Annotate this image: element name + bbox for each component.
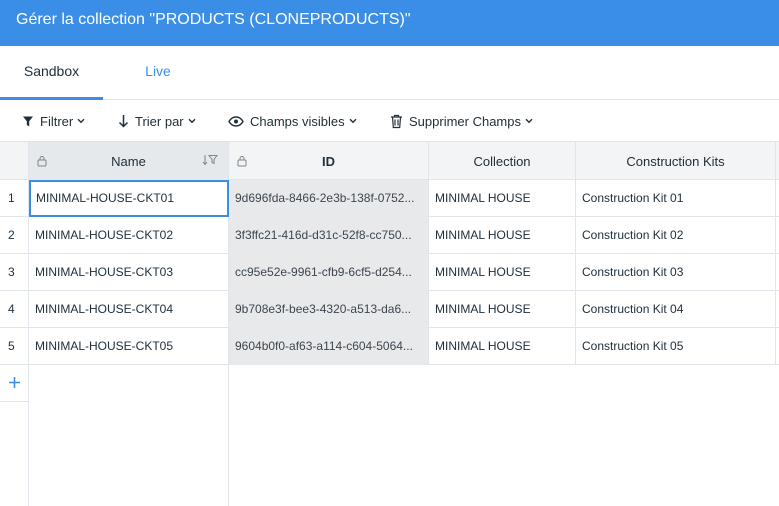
top-bar: Gérer la collection "PRODUCTS (CLONEPROD…	[0, 0, 779, 46]
name-cell[interactable]: MINIMAL-HOUSE-CKT05	[29, 328, 229, 365]
row-index: 4	[0, 291, 29, 328]
sort-filter-icon[interactable]	[202, 154, 220, 166]
lock-icon	[37, 156, 47, 167]
filter-icon	[23, 116, 33, 126]
collection-cell[interactable]: MINIMAL HOUSE	[429, 328, 576, 365]
table-row[interactable]: 3 MINIMAL-HOUSE-CKT03 cc95e52e-9961-cfb9…	[0, 254, 779, 291]
id-cell[interactable]: 9d696fda-8466-2e3b-138f-0752...	[229, 180, 429, 217]
chevron-down-icon	[188, 118, 196, 124]
collection-cell[interactable]: MINIMAL HOUSE	[429, 254, 576, 291]
id-cell[interactable]: 9604b0f0-af63-a114-c604-5064...	[229, 328, 429, 365]
filter-label: Filtrer	[40, 113, 74, 129]
name-cell[interactable]: MINIMAL-HOUSE-CKT04	[29, 291, 229, 328]
column-header-id[interactable]: ID	[229, 142, 429, 180]
construction-kit-cell[interactable]: Construction Kit 01	[576, 180, 776, 217]
delete-fields-button[interactable]: Supprimer Champs	[390, 100, 533, 142]
construction-kit-cell[interactable]: Construction Kit 05	[576, 328, 776, 365]
visible-fields-button[interactable]: Champs visibles	[228, 100, 357, 142]
tab-live[interactable]: Live	[103, 46, 213, 100]
column-header-label: Collection	[473, 153, 531, 169]
filter-button[interactable]: Filtrer	[22, 100, 85, 142]
column-header-label: Construction Kits	[626, 153, 725, 169]
eye-icon	[228, 115, 244, 127]
name-cell[interactable]: MINIMAL-HOUSE-CKT01	[29, 180, 229, 217]
column-header-label: Name	[111, 153, 146, 169]
plus-icon	[8, 377, 20, 388]
delete-fields-label: Supprimer Champs	[409, 113, 521, 129]
column-header-label: ID	[322, 153, 335, 169]
table-row[interactable]: 4 MINIMAL-HOUSE-CKT04 9b708e3f-bee3-4320…	[0, 291, 779, 328]
chevron-down-icon	[349, 118, 357, 124]
data-grid: Name ID Collection Construction Kits 1 M…	[0, 142, 779, 506]
collection-cell[interactable]: MINIMAL HOUSE	[429, 180, 576, 217]
row-index: 5	[0, 328, 29, 365]
sort-label: Trier par	[135, 113, 184, 129]
chevron-down-icon	[77, 118, 85, 124]
column-header-collection[interactable]: Collection	[429, 142, 576, 180]
chevron-down-icon	[525, 118, 533, 124]
construction-kit-cell[interactable]: Construction Kit 02	[576, 217, 776, 254]
row-index: 1	[0, 180, 29, 217]
index-header	[0, 142, 29, 180]
id-cell[interactable]: cc95e52e-9961-cfb9-6cf5-d254...	[229, 254, 429, 291]
table-header: Name ID Collection Construction Kits	[0, 142, 779, 180]
toolbar: Filtrer Trier par Champs visibles Suppri…	[0, 100, 779, 142]
row-index: 3	[0, 254, 29, 291]
table-row[interactable]: 1 MINIMAL-HOUSE-CKT01 9d696fda-8466-2e3b…	[0, 180, 779, 217]
add-row-button[interactable]	[0, 364, 29, 402]
trash-icon	[391, 114, 402, 128]
sort-button[interactable]: Trier par	[118, 100, 196, 142]
table-row[interactable]: 2 MINIMAL-HOUSE-CKT02 3f3ffc21-416d-d31c…	[0, 217, 779, 254]
table-row[interactable]: 5 MINIMAL-HOUSE-CKT05 9604b0f0-af63-a114…	[0, 328, 779, 365]
collection-cell[interactable]: MINIMAL HOUSE	[429, 217, 576, 254]
lock-icon	[237, 156, 247, 167]
page-title: Gérer la collection "PRODUCTS (CLONEPROD…	[16, 11, 411, 28]
id-cell[interactable]: 3f3ffc21-416d-d31c-52f8-cc750...	[229, 217, 429, 254]
column-header-construction-kits[interactable]: Construction Kits	[576, 142, 776, 180]
tab-sandbox[interactable]: Sandbox	[0, 46, 103, 100]
column-header-name[interactable]: Name	[29, 142, 229, 180]
visible-fields-label: Champs visibles	[250, 113, 345, 129]
row-index: 2	[0, 217, 29, 254]
collection-cell[interactable]: MINIMAL HOUSE	[429, 291, 576, 328]
sort-icon	[118, 115, 129, 128]
environment-tabs: Sandbox Live	[0, 46, 779, 100]
id-cell[interactable]: 9b708e3f-bee3-4320-a513-da6...	[229, 291, 429, 328]
name-cell[interactable]: MINIMAL-HOUSE-CKT02	[29, 217, 229, 254]
construction-kit-cell[interactable]: Construction Kit 04	[576, 291, 776, 328]
construction-kit-cell[interactable]: Construction Kit 03	[576, 254, 776, 291]
name-cell[interactable]: MINIMAL-HOUSE-CKT03	[29, 254, 229, 291]
